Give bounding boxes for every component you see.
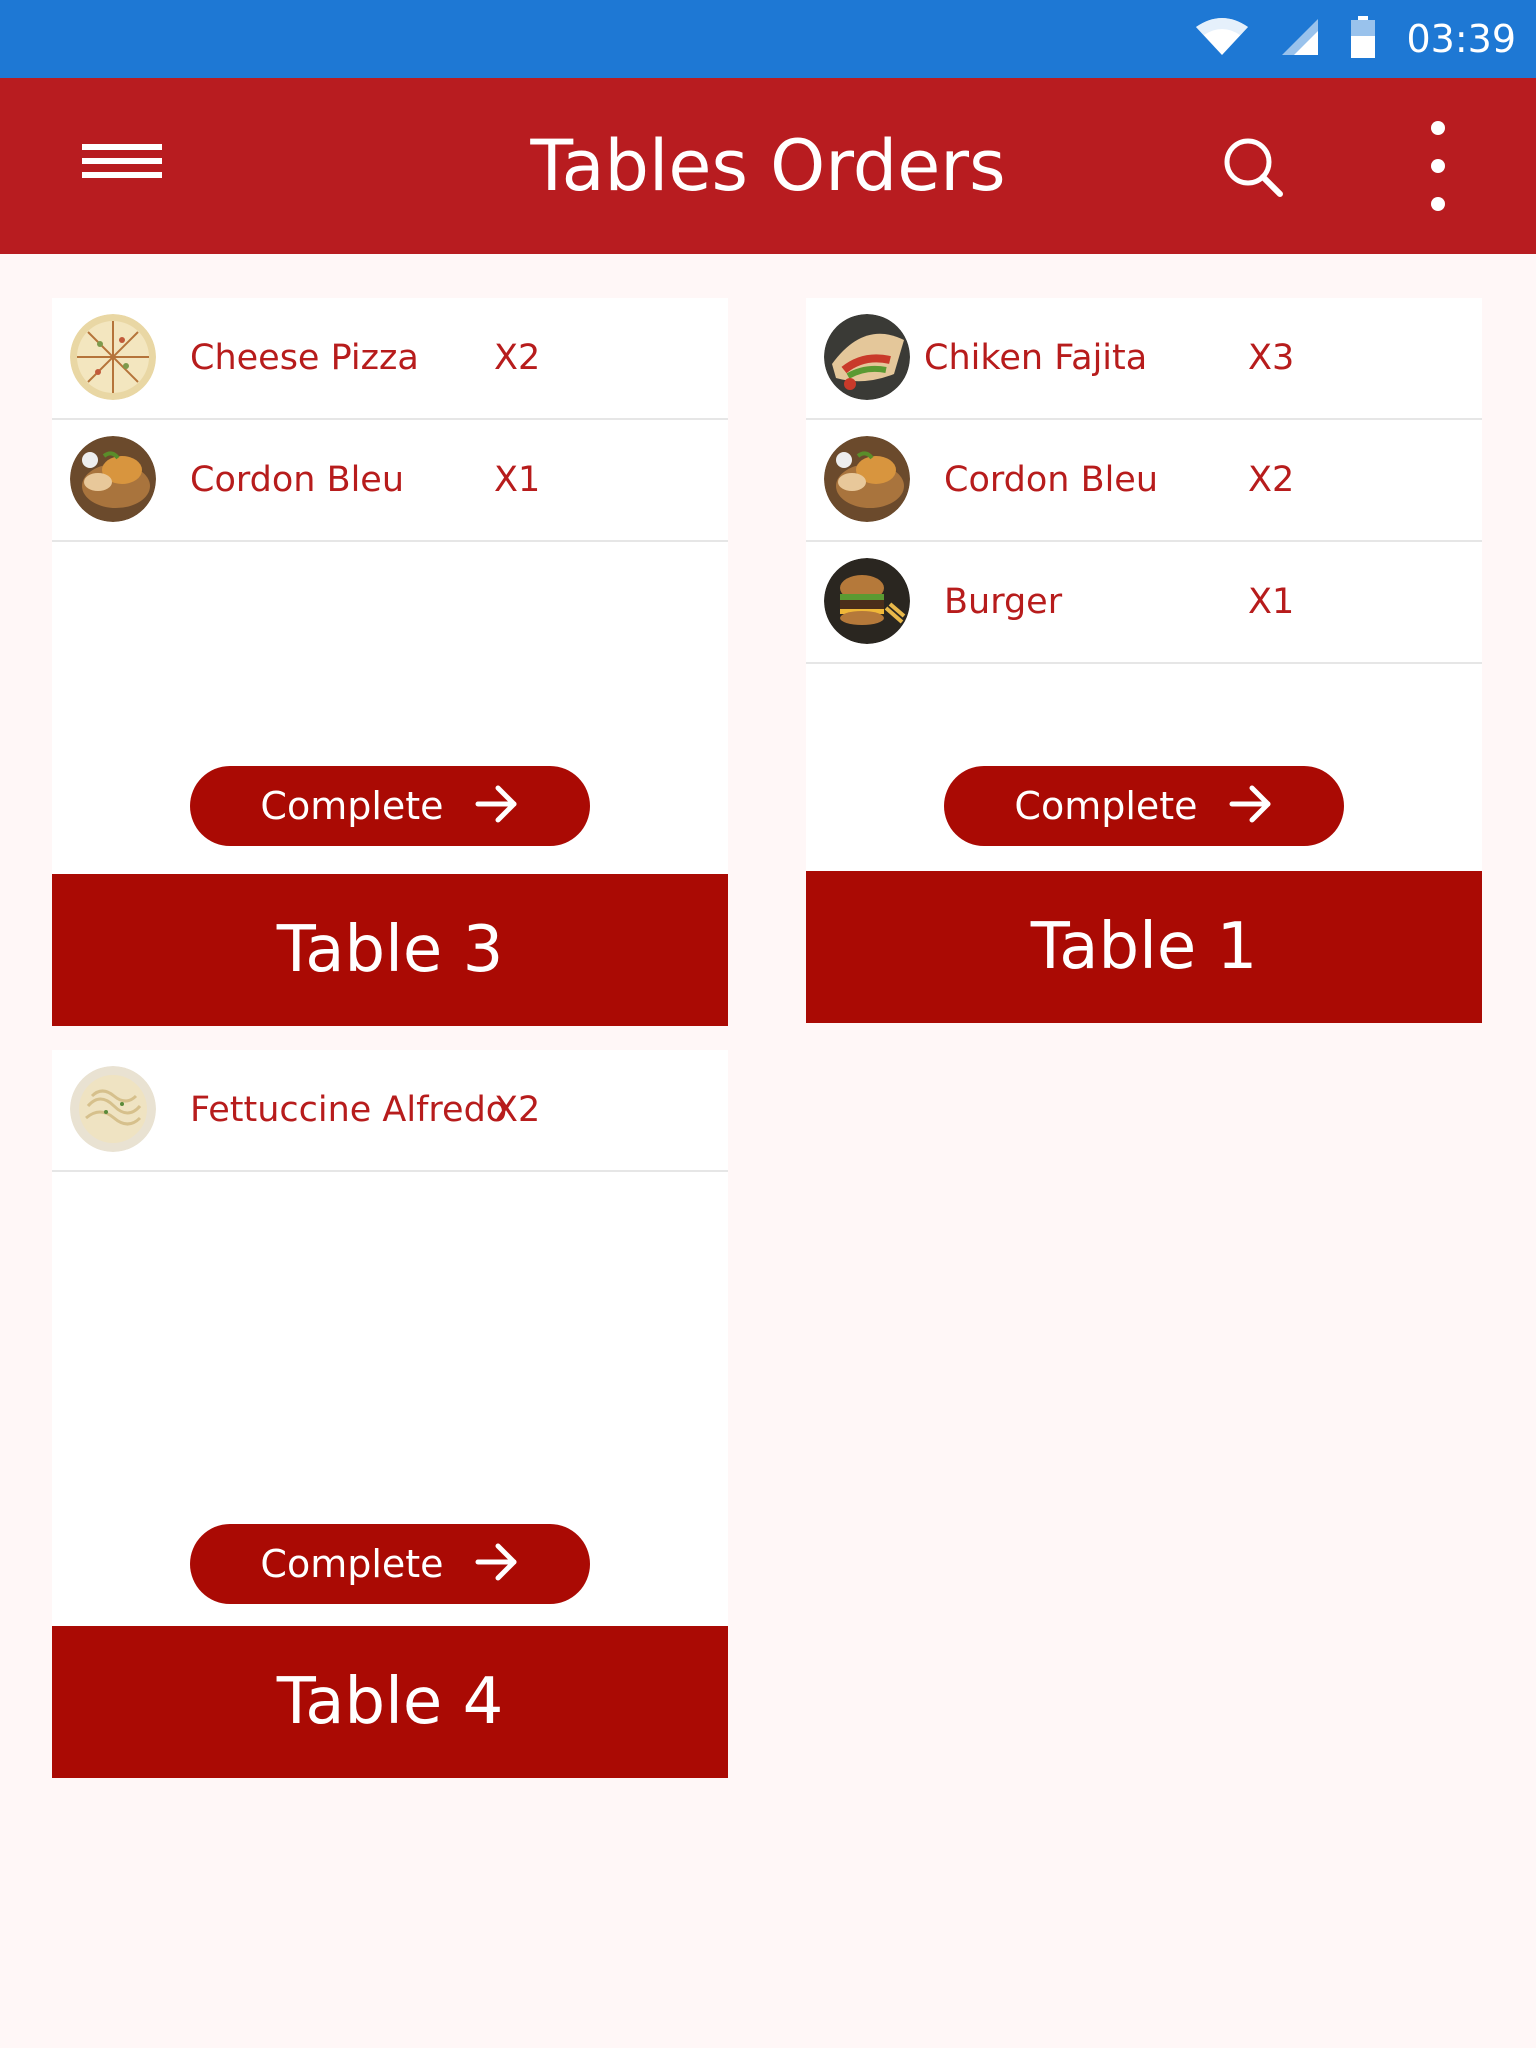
item-name: Cordon Bleu — [944, 460, 1159, 500]
complete-button-label: Complete — [1014, 784, 1198, 828]
item-name: Chiken Fajita — [924, 338, 1148, 378]
order-item[interactable]: Cheese Pizza X2 — [52, 298, 728, 420]
table-card-3: Cheese Pizza X2 Cordon Bleu X1 Complete … — [52, 298, 728, 1026]
item-qty: X1 — [1248, 582, 1295, 622]
order-item[interactable]: Fettuccine Alfredo X2 — [52, 1050, 728, 1172]
battery-icon — [1350, 15, 1376, 63]
search-icon[interactable] — [1218, 126, 1288, 206]
table-label: Table 3 — [52, 874, 728, 1026]
item-name: Burger — [944, 582, 1063, 622]
more-vert-icon[interactable] — [1410, 118, 1466, 214]
status-time: 03:39 — [1406, 17, 1516, 61]
complete-button[interactable]: Complete — [190, 1524, 590, 1604]
item-qty: X2 — [494, 1090, 541, 1130]
order-item[interactable]: Cordon Bleu X1 — [52, 420, 728, 542]
arrow-right-icon — [1228, 784, 1274, 829]
cordon-bleu-image — [824, 436, 910, 522]
cell-signal-icon — [1280, 17, 1320, 62]
table-card-4: Fettuccine Alfredo X2 Complete Table 4 — [52, 1050, 728, 1778]
complete-button[interactable]: Complete — [190, 766, 590, 846]
chicken-fajita-image — [824, 314, 910, 400]
arrow-right-icon — [474, 1542, 520, 1587]
item-qty: X1 — [494, 460, 541, 500]
order-item[interactable]: Cordon Bleu X2 — [806, 420, 1482, 542]
wifi-icon — [1194, 17, 1250, 62]
order-item[interactable]: Burger X1 — [806, 542, 1482, 664]
fettuccine-image — [70, 1066, 156, 1152]
cheese-pizza-image — [70, 314, 156, 400]
item-name: Fettuccine Alfredo — [190, 1090, 508, 1130]
status-bar: 03:39 — [0, 0, 1536, 78]
table-label: Table 1 — [806, 871, 1482, 1023]
table-card-1: Chiken Fajita X3 Cordon Bleu X2 Burger X… — [806, 298, 1482, 1023]
item-qty: X2 — [494, 338, 541, 378]
arrow-right-icon — [474, 784, 520, 829]
order-item[interactable]: Chiken Fajita X3 — [806, 298, 1482, 420]
table-label: Table 4 — [52, 1626, 728, 1778]
item-name: Cordon Bleu — [190, 460, 405, 500]
complete-button-label: Complete — [260, 784, 444, 828]
complete-button[interactable]: Complete — [944, 766, 1344, 846]
app-bar: Tables Orders — [0, 78, 1536, 254]
complete-button-label: Complete — [260, 1542, 444, 1586]
burger-image — [824, 558, 910, 644]
cordon-bleu-image — [70, 436, 156, 522]
item-qty: X2 — [1248, 460, 1295, 500]
item-name: Cheese Pizza — [190, 338, 419, 378]
page-title: Tables Orders — [530, 125, 1006, 207]
item-qty: X3 — [1248, 338, 1295, 378]
